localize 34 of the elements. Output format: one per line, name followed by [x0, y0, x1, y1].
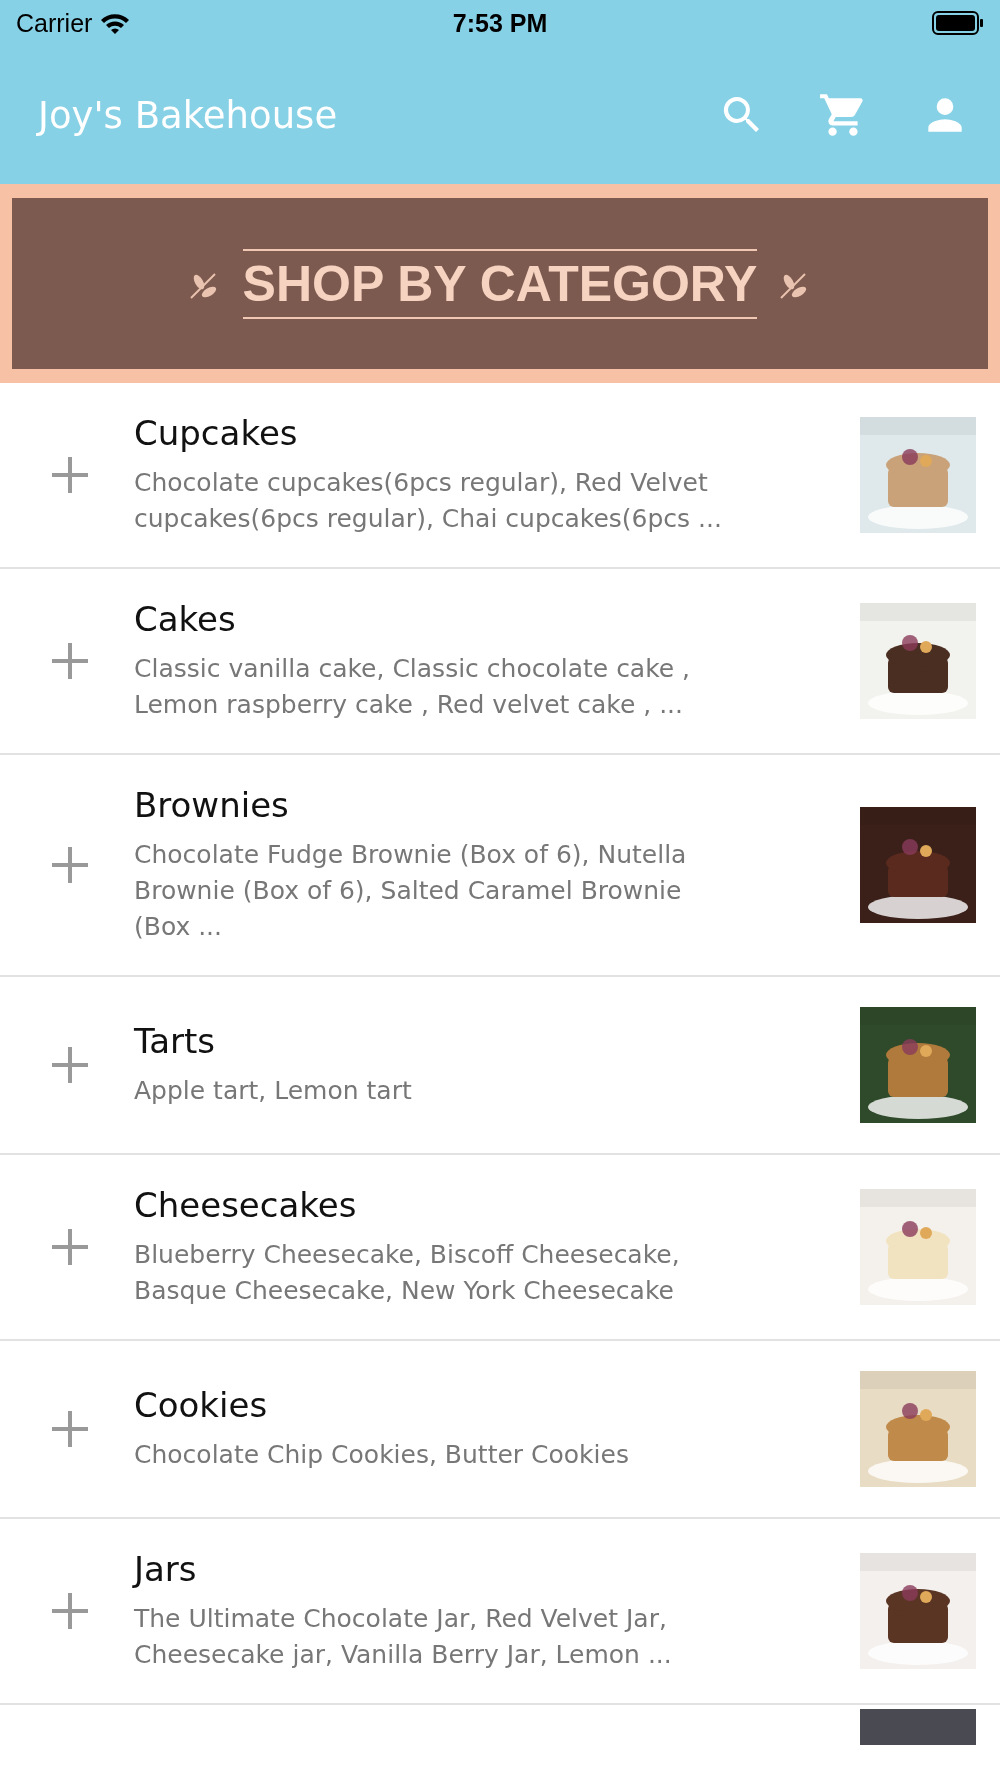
category-title: Cookies: [134, 1385, 269, 1425]
category-description: Chocolate Chip Cookies, Butter Cookies: [134, 1439, 630, 1471]
category-description: Classic vanilla cake, Classic chocolate cake , Lemon raspberry cake , Red velvet cake , ...: [134, 653, 692, 721]
plus-icon[interactable]: [50, 1409, 90, 1449]
banner-title: SHOP BY CATEGORY: [242, 248, 758, 319]
plus-icon[interactable]: [50, 1591, 90, 1631]
status-time: 7:53 PM: [452, 8, 548, 38]
plus-icon[interactable]: [50, 845, 90, 885]
plus-icon[interactable]: [50, 641, 90, 681]
carrier-label: Carrier: [16, 8, 93, 38]
category-title: Tarts: [134, 1021, 216, 1061]
category-title: Jars: [134, 1549, 198, 1589]
category-title: Brownies: [134, 785, 290, 825]
category-description: Apple tart, Lemon tart: [134, 1075, 413, 1107]
category-row[interactable]: Cheesecakes Blueberry Cheesecake, Biscoff Cheesecake, Basque Cheesecake, New York Cheesecake: [0, 1155, 1000, 1341]
plus-icon[interactable]: [50, 1227, 90, 1267]
battery-icon: [932, 11, 984, 35]
category-title: Cheesecakes: [134, 1185, 358, 1225]
category-row[interactable]: Jars The Ultimate Chocolate Jar, Red Velvet Jar, Cheesecake jar, Vanilla Berry Jar, Lemon ...: [0, 1519, 1000, 1705]
category-row[interactable]: Tarts Apple tart, Lemon tart: [0, 977, 1000, 1155]
plus-icon[interactable]: [50, 455, 90, 495]
category-description: Blueberry Cheesecake, Biscoff Cheesecake, Basque Cheesecake, New York Cheesecake: [134, 1239, 681, 1307]
category-description: Chocolate Fudge Brownie (Box of 6), Nutella Brownie (Box of 6), Salted Caramel Brownie (Box ...: [134, 839, 688, 943]
category-row[interactable]: Cupcakes Chocolate cupcakes(6pcs regular), Red Velvet cupcakes(6pcs regular), Chai cupcakes(6pcs ...: [0, 383, 1000, 569]
category-title: Cupcakes: [134, 413, 299, 453]
category-row[interactable]: Cakes Classic vanilla cake, Classic chocolate cake , Lemon raspberry cake , Red velvet cake , ...: [0, 569, 1000, 755]
category-description: Chocolate cupcakes(6pcs regular), Red Velvet cupcakes(6pcs regular), Chai cupcakes(6pcs ...: [134, 467, 723, 535]
category-title: Cakes: [134, 599, 237, 639]
wifi-icon: [100, 12, 131, 34]
app-title: Joy's Bakehouse: [38, 93, 339, 137]
plus-icon[interactable]: [50, 1045, 90, 1085]
category-description: The Ultimate Chocolate Jar, Red Velvet Jar, Cheesecake jar, Vanilla Berry Jar, Lemon ...: [134, 1603, 673, 1671]
category-row[interactable]: Brownies Chocolate Fudge Brownie (Box of 6), Nutella Brownie (Box of 6), Salted Caramel Brownie (Box ...: [0, 755, 1000, 977]
category-row[interactable]: Cookies Chocolate Chip Cookies, Butter Cookies: [0, 1341, 1000, 1519]
